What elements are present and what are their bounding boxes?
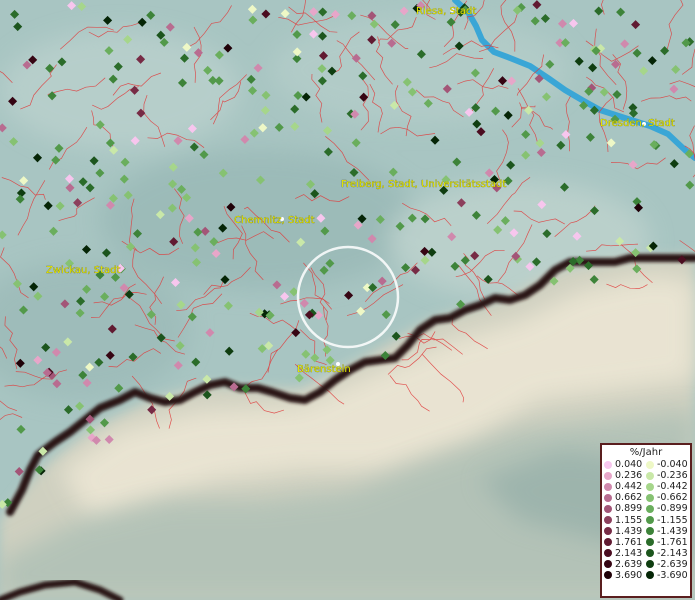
legend-swatch — [604, 538, 612, 547]
legend-label: -1.439 — [657, 525, 688, 537]
city-label-baerenstein: Bärenstein — [297, 364, 351, 375]
legend-item-negative: -0.899 — [646, 503, 688, 514]
legend-label: -3.690 — [657, 569, 688, 581]
legend-swatch — [646, 516, 654, 525]
legend-swatch — [604, 504, 612, 513]
legend-swatch — [646, 527, 654, 536]
legend-item-positive: 1.761 — [604, 537, 646, 548]
legend-label: -2.639 — [657, 558, 688, 570]
legend-swatch — [646, 560, 654, 569]
legend-item-negative: -2.143 — [646, 548, 688, 559]
city-label-chemnitz: Chemnitz, Stadt — [234, 215, 315, 226]
legend-item-positive: 0.442 — [604, 481, 646, 492]
legend-label: 1.761 — [615, 536, 643, 548]
legend-item-positive: 2.639 — [604, 559, 646, 570]
legend-swatch — [604, 493, 612, 502]
legend-swatch — [646, 571, 654, 580]
legend-swatch — [646, 538, 654, 547]
legend-swatch — [604, 560, 612, 569]
legend-label: 1.439 — [615, 525, 643, 537]
legend-item-positive: 2.143 — [604, 548, 646, 559]
legend-label: -2.143 — [657, 547, 688, 559]
legend-item-negative: -0.662 — [646, 492, 688, 503]
legend-label: -1.155 — [657, 514, 688, 526]
legend-label: -1.761 — [657, 536, 688, 548]
legend-item-negative: -1.155 — [646, 514, 688, 526]
legend-label: 0.040 — [615, 459, 643, 471]
legend-swatch — [604, 527, 612, 536]
legend-swatch — [604, 460, 612, 469]
legend-label: -0.040 — [657, 459, 688, 471]
legend-item-negative: -1.761 — [646, 537, 688, 548]
legend-swatch — [604, 549, 612, 558]
city-label-freiberg: Freiberg, Stadt, Universitätsstadt — [341, 179, 506, 190]
legend-item-negative: -0.442 — [646, 481, 688, 492]
legend-swatch — [604, 516, 612, 525]
legend-label: 0.662 — [615, 492, 643, 504]
city-label-riesa: Riesa, Stadt — [416, 6, 476, 17]
legend-swatch — [646, 482, 654, 491]
legend-item-positive: 0.040 — [604, 459, 646, 470]
legend-item-positive: 0.236 — [604, 470, 646, 481]
legend-swatch — [604, 482, 612, 491]
legend-item-negative: -0.236 — [646, 470, 688, 481]
legend-item-positive: 0.662 — [604, 492, 646, 503]
legend-label: 1.155 — [615, 514, 643, 526]
legend-swatch — [646, 549, 654, 558]
legend-item-positive: 0.899 — [604, 503, 646, 514]
legend: %/Jahr 0.040 -0.040 0.236 -0.236 0.442 -0.442… — [600, 443, 692, 598]
legend-item-positive: 3.690 — [604, 570, 646, 581]
legend-swatch — [646, 493, 654, 502]
city-label-dresden: Dresden, Stadt — [600, 118, 675, 129]
legend-label: 3.690 — [615, 569, 643, 581]
legend-swatch — [646, 471, 654, 480]
map-canvas[interactable]: Riesa, Stadt Dresden, Stadt Freiberg, St… — [0, 0, 695, 600]
legend-label: 0.899 — [615, 503, 643, 515]
legend-label: 0.236 — [615, 470, 643, 482]
legend-label: 2.639 — [615, 558, 643, 570]
legend-label: 2.143 — [615, 547, 643, 559]
legend-swatch — [604, 571, 612, 580]
legend-swatch — [646, 504, 654, 513]
legend-label: -0.442 — [657, 481, 688, 493]
legend-label: -0.236 — [657, 470, 688, 482]
legend-item-positive: 1.155 — [604, 514, 646, 526]
legend-item-negative: -1.439 — [646, 526, 688, 537]
legend-label: -0.899 — [657, 503, 688, 515]
legend-swatch — [646, 460, 654, 469]
legend-label: 0.442 — [615, 481, 643, 493]
legend-swatch — [604, 471, 612, 480]
legend-item-positive: 1.439 — [604, 526, 646, 537]
legend-title: %/Jahr — [629, 447, 663, 458]
city-label-zwickau: Zwickau, Stadt — [46, 265, 120, 276]
legend-rows: 0.040 -0.040 0.236 -0.236 0.442 -0.442 0.662 -0… — [602, 459, 690, 581]
legend-label: -0.662 — [657, 492, 688, 504]
legend-item-negative: -0.040 — [646, 459, 688, 470]
legend-item-negative: -3.690 — [646, 570, 688, 581]
legend-item-negative: -2.639 — [646, 559, 688, 570]
